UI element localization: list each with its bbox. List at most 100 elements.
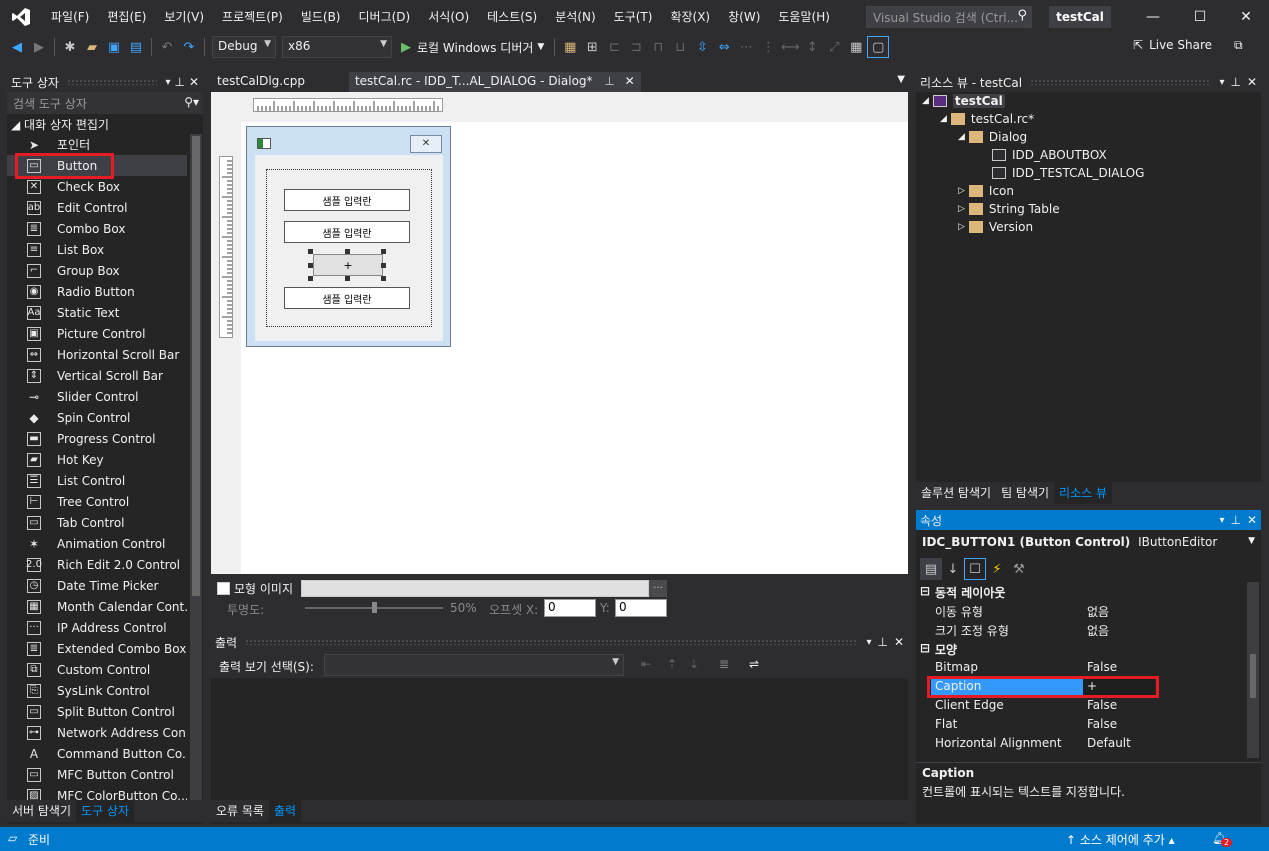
resize-handle[interactable] [308, 249, 313, 254]
menu-item[interactable]: 분석(N) [546, 0, 604, 34]
sample-button-3[interactable]: 샘플 입력란 [284, 287, 410, 309]
prop-value[interactable]: Default [1087, 736, 1131, 750]
toolbox-scroll-thumb[interactable] [192, 136, 200, 596]
tab-team-explorer[interactable]: 팀 탐색기 [996, 482, 1054, 504]
resize-handle[interactable] [308, 276, 313, 281]
toolbox-item[interactable]: ◉ Radio Button [7, 281, 187, 302]
toolbox-item[interactable]: ⎘ SysLink Control [7, 680, 187, 701]
resize-handle[interactable] [345, 276, 350, 281]
properties-object-select[interactable]: IDC_BUTTON1 (Button Control) IButtonEdit… [922, 535, 1217, 549]
toolbox-item[interactable]: ab Edit Control [7, 197, 187, 218]
center-vertical-icon[interactable]: ⇳ [691, 36, 713, 58]
align-left-icon[interactable]: ⊏ [603, 36, 625, 58]
dropdown-icon[interactable]: ▾ [1219, 515, 1224, 526]
toolbox-item[interactable]: ✶ Animation Control [7, 533, 187, 554]
new-project-icon[interactable]: ✱ [59, 36, 81, 58]
tab-error-list[interactable]: 오류 목록 [211, 800, 269, 822]
toolbox-scrollbar[interactable] [190, 134, 202, 806]
prop-value[interactable]: 없음 [1087, 622, 1109, 639]
menu-item[interactable]: 파일(F) [42, 0, 98, 34]
pin-icon[interactable]: ⊥ [604, 74, 614, 88]
center-horizontal-icon[interactable]: ⇔ [713, 36, 735, 58]
make-same-size-icon[interactable]: ⤢ [823, 36, 845, 58]
tab-output[interactable]: 출력 [268, 800, 302, 822]
add-to-source-control-button[interactable]: ↑ 소스 제어에 추가 ▴ [1066, 831, 1175, 848]
drag-grip[interactable] [1030, 79, 1212, 85]
back-icon[interactable]: ◀ [6, 36, 28, 58]
clear-all-icon[interactable]: ≣ [719, 657, 729, 671]
toolbox-item[interactable]: ⧉ Custom Control [7, 659, 187, 680]
prop-row-flat[interactable]: Flat False [916, 715, 1246, 734]
make-same-height-icon[interactable]: ↕ [801, 36, 823, 58]
tab-dropdown-icon[interactable]: ▼ [897, 74, 905, 85]
space-down-icon[interactable]: ⋮ [757, 36, 779, 58]
mock-image-path-input[interactable] [301, 580, 649, 597]
prop-category-look[interactable]: ⊟ 모양 [916, 639, 1246, 658]
configuration-select[interactable]: Debug ▼ [212, 36, 276, 58]
align-top-icon[interactable]: ⊓ [647, 36, 669, 58]
resize-handle[interactable] [381, 276, 386, 281]
dropdown-icon[interactable]: ▾ [1219, 77, 1224, 88]
close-icon[interactable]: ✕ [1247, 75, 1257, 89]
selected-plus-button[interactable]: + [313, 254, 383, 276]
tree-node-testcal-rc[interactable]: ◢ testCal.rc* [940, 112, 1034, 126]
browse-icon[interactable]: ▦ [559, 36, 581, 58]
offset-x-input[interactable]: 0 [544, 599, 596, 617]
close-button[interactable]: ✕ [1223, 0, 1269, 34]
save-icon[interactable]: ▣ [103, 36, 125, 58]
tree-node-string-table[interactable]: ▷ String Table [958, 202, 1060, 216]
vs-search-input[interactable]: Visual Studio 검색 (Ctrl... ⚲ [866, 6, 1032, 28]
tree-node-dialog[interactable]: ◢ Dialog [958, 130, 1027, 144]
close-icon[interactable]: ✕ [625, 74, 635, 88]
toolbox-item[interactable]: ◷ Date Time Picker [7, 575, 187, 596]
close-icon[interactable]: ✕ [189, 75, 199, 89]
resize-handle[interactable] [381, 263, 386, 268]
properties-scroll-thumb[interactable] [1250, 654, 1256, 698]
prop-value[interactable]: False [1087, 660, 1117, 674]
prop-row-client-edge[interactable]: Client Edge False [916, 696, 1246, 715]
categorized-icon[interactable]: ▤ [920, 558, 942, 580]
word-wrap-icon[interactable]: ⇌ [749, 657, 759, 671]
vertical-ruler[interactable] [219, 156, 233, 338]
mock-image-toggle[interactable]: 모형 이미지 [217, 580, 293, 597]
toolbox-item[interactable]: ≡ List Box [7, 239, 187, 260]
toolbox-item[interactable]: ☰ List Control [7, 470, 187, 491]
menu-item[interactable]: 도구(T) [605, 0, 662, 34]
dropdown-icon[interactable]: ▾ [866, 637, 871, 648]
tab-resource-view[interactable]: 리소스 뷰 [1054, 482, 1113, 504]
resize-handle[interactable] [308, 263, 313, 268]
feedback-icon[interactable]: ⧉ [1234, 38, 1243, 53]
toolbox-group-header[interactable]: ◢ 대화 상자 편집기 [11, 116, 109, 133]
toggle-guides-icon[interactable]: ▢ [867, 36, 890, 58]
properties-scrollbar[interactable] [1247, 582, 1259, 758]
menu-item[interactable]: 편집(E) [98, 0, 155, 34]
menu-item[interactable]: 도움말(H) [769, 0, 839, 34]
undo-icon[interactable]: ↶ [156, 36, 178, 58]
close-icon[interactable]: ✕ [894, 635, 904, 649]
tree-node-testcal[interactable]: ◢ testCal [922, 94, 1005, 108]
sample-button-1[interactable]: 샘플 입력란 [284, 189, 410, 211]
visual-studio-logo-icon[interactable] [0, 0, 42, 34]
offset-y-input[interactable]: 0 [615, 599, 667, 617]
minimize-button[interactable]: — [1130, 0, 1176, 34]
menu-item[interactable]: 디버그(D) [350, 0, 420, 34]
toolbox-item[interactable]: ⊶ Network Address Con... [7, 722, 187, 743]
property-pages-icon[interactable]: ⚒ [1008, 558, 1030, 580]
menu-item[interactable]: 창(W) [719, 0, 769, 34]
live-share-button[interactable]: ⇱ Live Share [1133, 38, 1212, 52]
prop-row-move-type[interactable]: 이동 유형 없음 [916, 601, 1246, 620]
drag-grip[interactable] [66, 79, 158, 85]
mock-image-checkbox[interactable] [217, 582, 230, 595]
toolbox-item[interactable]: ⇕ Vertical Scroll Bar [7, 365, 187, 386]
toolbox-item[interactable]: ⌐ Group Box [7, 260, 187, 281]
prop-category-layout[interactable]: ⊟ 동적 레이아웃 [916, 582, 1246, 601]
align-right-icon[interactable]: ⊐ [625, 36, 647, 58]
tree-node-icon[interactable]: ▷ Icon [958, 184, 1014, 198]
toolbox-item[interactable]: ▰ Hot Key [7, 449, 187, 470]
toolbox-item[interactable]: ▭ Split Button Control [7, 701, 187, 722]
start-debug-button[interactable]: ▶ 로컬 Windows 디버거 ▼ [401, 39, 544, 56]
open-folder-icon[interactable]: ▰ [81, 36, 103, 58]
transparency-slider[interactable] [305, 602, 443, 613]
maximize-button[interactable]: ☐ [1177, 0, 1223, 34]
next-message-icon[interactable]: ⇣ [689, 657, 699, 671]
